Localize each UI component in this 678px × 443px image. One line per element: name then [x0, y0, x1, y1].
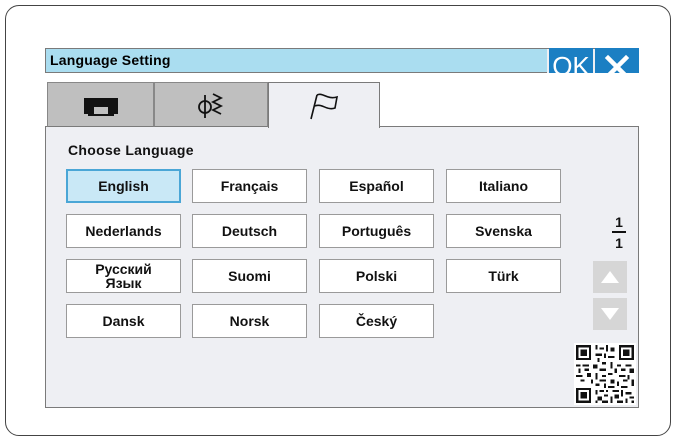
- tab-language[interactable]: [268, 82, 380, 128]
- language-button-suomi[interactable]: Suomi: [192, 259, 307, 293]
- stitch-pattern-icon: [198, 92, 224, 118]
- flag-icon: [310, 93, 339, 119]
- language-button-polski[interactable]: Polski: [319, 259, 434, 293]
- page-current: 1: [615, 214, 623, 230]
- title-bar: Language Setting: [45, 48, 547, 73]
- language-button-turk[interactable]: Türk: [446, 259, 561, 293]
- page-total: 1: [615, 234, 623, 251]
- tab-machine-settings[interactable]: [47, 82, 154, 127]
- language-button-svenska[interactable]: Svenska: [446, 214, 561, 248]
- language-button-francais[interactable]: Français: [192, 169, 307, 203]
- tab-stitch-settings[interactable]: [154, 82, 268, 127]
- language-button-italiano[interactable]: Italiano: [446, 169, 561, 203]
- language-button-espanol[interactable]: Español: [319, 169, 434, 203]
- page-divider: [612, 231, 626, 233]
- language-button-norsk[interactable]: Norsk: [192, 304, 307, 338]
- language-button-english[interactable]: English: [66, 169, 181, 203]
- language-button-dansk[interactable]: Dansk: [66, 304, 181, 338]
- qr-code-icon[interactable]: [574, 343, 636, 405]
- choose-language-heading: Choose Language: [68, 142, 194, 158]
- arrow-up-icon: [601, 271, 619, 283]
- language-button-russian[interactable]: Русский Язык: [66, 259, 181, 293]
- language-button-portugues[interactable]: Português: [319, 214, 434, 248]
- page-up-button[interactable]: [593, 261, 627, 293]
- page-indicator: 1 1: [596, 214, 642, 251]
- page-down-button[interactable]: [593, 298, 627, 330]
- arrow-down-icon: [601, 308, 619, 320]
- language-button-nederlands[interactable]: Nederlands: [66, 214, 181, 248]
- sewing-machine-icon: [83, 97, 118, 116]
- language-button-deutsch[interactable]: Deutsch: [192, 214, 307, 248]
- language-button-cesky[interactable]: Český: [319, 304, 434, 338]
- dialog-title: Language Setting: [50, 52, 171, 68]
